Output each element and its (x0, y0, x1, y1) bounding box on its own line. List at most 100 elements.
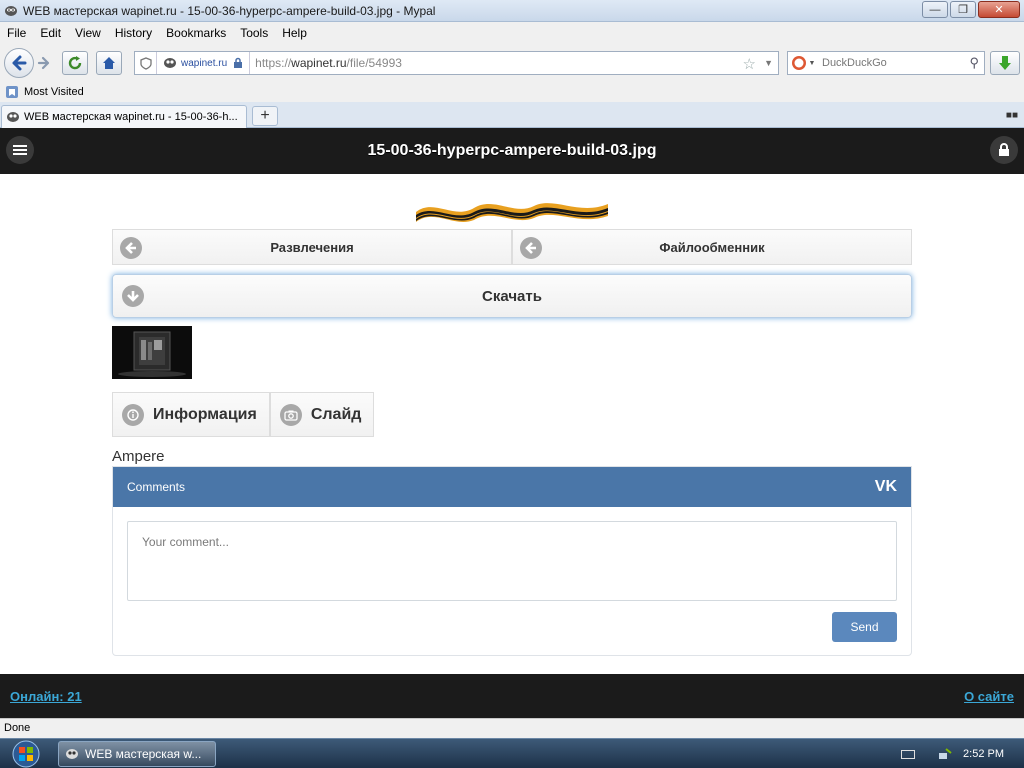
downloads-button[interactable] (990, 51, 1020, 75)
duckduckgo-icon (791, 56, 806, 70)
bookmark-star-icon[interactable]: ☆ (743, 55, 756, 73)
main-content: Развлечения Файлообменник Скачать Информ… (0, 174, 1024, 674)
bookmark-folder-icon (6, 86, 18, 98)
comments-header-label: Comments (127, 480, 186, 494)
bookmarks-toolbar: Most Visited (0, 82, 1024, 102)
file-description: Ampere (112, 448, 165, 465)
url-host: wapinet.ru (291, 56, 347, 70)
most-visited-label: Most Visited (24, 86, 84, 98)
tab-favicon-icon (7, 112, 19, 122)
hamburger-icon (13, 145, 27, 155)
slide-label: Слайд (310, 405, 362, 423)
send-label: Send (850, 620, 879, 634)
tracking-shield-icon[interactable] (135, 52, 157, 74)
tab-strip: WEB мастерская wapinet.ru - 15-00-36-h..… (0, 102, 1024, 128)
status-bar: Done (0, 718, 1024, 738)
online-count-link[interactable]: Онлайн: 21 (10, 689, 82, 704)
forward-button[interactable] (34, 51, 54, 75)
status-text: Done (4, 722, 31, 734)
navigation-toolbar: wapinet.ru https://wapinet.ru/file/54993… (0, 44, 1024, 82)
info-button[interactable]: Информация (112, 392, 270, 437)
menu-bookmarks[interactable]: Bookmarks (159, 26, 233, 40)
download-label: Скачать (482, 287, 542, 305)
keyboard-icon[interactable] (901, 749, 916, 759)
menu-toggle-button[interactable] (6, 136, 34, 164)
st-george-ribbon-image (416, 203, 608, 222)
nav-fileshare-button[interactable]: Файлообменник (512, 229, 912, 265)
search-icon[interactable]: ⚲ (969, 55, 979, 71)
minimize-button[interactable]: — (922, 1, 948, 18)
back-arrow-icon (12, 55, 27, 71)
mypal-app-icon (5, 5, 17, 16)
menu-edit[interactable]: Edit (33, 26, 68, 40)
maximize-button[interactable]: ❐ (950, 1, 976, 18)
url-path: /file/54993 (346, 56, 402, 70)
new-tab-button[interactable]: + (252, 106, 278, 126)
window-titlebar: WEB мастерская wapinet.ru - 15-00-36-hyp… (0, 0, 1024, 22)
most-visited-bookmark[interactable]: Most Visited (0, 85, 84, 99)
comment-input[interactable]: Your comment... (127, 521, 897, 601)
comments-header: Comments VK (113, 467, 911, 507)
info-icon (122, 403, 144, 426)
windows-taskbar: WEB мастерская w... 2:52 PM (0, 738, 1024, 768)
download-arrow-icon (999, 56, 1011, 70)
camera-icon (279, 403, 302, 426)
tray-clock[interactable]: 2:52 PM (963, 748, 1004, 760)
search-engine-button[interactable]: ▼ (788, 52, 818, 74)
site-footer: Онлайн: 21 О сайте (0, 674, 1024, 718)
url-dropdown-icon[interactable]: ▼ (764, 58, 773, 68)
back-button[interactable] (4, 48, 34, 78)
url-scheme: https:// (255, 56, 292, 70)
file-actions: Информация Слайд (112, 392, 375, 437)
section-nav: Развлечения Файлообменник (112, 229, 912, 265)
menu-file[interactable]: File (0, 26, 33, 40)
file-thumbnail-image[interactable] (112, 326, 192, 379)
tab-list-icon[interactable]: ■■ (1006, 110, 1018, 121)
url-text: https://wapinet.ru/file/54993 (255, 56, 402, 70)
close-window-button[interactable]: ✕ (978, 1, 1020, 18)
search-placeholder: DuckDuckGo (822, 57, 887, 69)
system-tray: 2:52 PM (901, 739, 1024, 768)
reload-icon (68, 56, 82, 70)
page-title: 15-00-36-hyperpc-ampere-build-03.jpg (367, 142, 657, 159)
download-button[interactable]: Скачать (112, 274, 912, 318)
network-icon[interactable] (937, 747, 953, 761)
arrow-left-icon (120, 237, 142, 259)
home-button[interactable] (96, 51, 122, 75)
menu-history[interactable]: History (108, 26, 159, 40)
reload-button[interactable] (62, 51, 88, 75)
nav-entertainment-label: Развлечения (270, 239, 354, 255)
address-bar[interactable]: wapinet.ru https://wapinet.ru/file/54993… (134, 51, 779, 75)
site-identity-label: wapinet.ru (181, 57, 228, 69)
vk-comments-widget: Comments VK Your comment... Send (112, 466, 912, 656)
slide-button[interactable]: Слайд (269, 392, 375, 437)
login-button[interactable] (990, 136, 1018, 164)
arrow-down-icon (122, 285, 144, 307)
vk-logo-icon[interactable]: VK (875, 478, 897, 496)
lock-icon (999, 143, 1009, 156)
forward-arrow-icon (37, 56, 50, 70)
tab-label: WEB мастерская wapinet.ru - 15-00-36-h..… (24, 111, 238, 123)
menu-bar: File Edit View History Bookmarks Tools H… (0, 22, 1024, 44)
menu-view[interactable]: View (68, 26, 108, 40)
lock-icon (234, 57, 243, 68)
about-site-link[interactable]: О сайте (964, 689, 1014, 704)
site-identity-button[interactable]: wapinet.ru (157, 52, 251, 74)
arrow-left-icon (520, 237, 542, 259)
tab-current[interactable]: WEB мастерская wapinet.ru - 15-00-36-h..… (1, 105, 247, 128)
comment-placeholder: Your comment... (142, 535, 229, 549)
mypal-task-icon (66, 749, 78, 759)
send-comment-button[interactable]: Send (832, 612, 897, 642)
search-bar[interactable]: ▼ DuckDuckGo ⚲ (787, 51, 985, 75)
site-favicon-icon (164, 58, 176, 68)
start-button[interactable] (4, 740, 48, 768)
home-icon (103, 57, 115, 69)
nav-entertainment-button[interactable]: Развлечения (112, 229, 512, 265)
site-header: 15-00-36-hyperpc-ampere-build-03.jpg (0, 128, 1024, 174)
menu-tools[interactable]: Tools (233, 26, 275, 40)
taskbar-browser-task[interactable]: WEB мастерская w... (58, 741, 216, 767)
nav-fileshare-label: Файлообменник (659, 239, 765, 255)
info-label: Информация (153, 405, 257, 423)
menu-help[interactable]: Help (275, 26, 314, 40)
taskbar-task-label: WEB мастерская w... (85, 747, 202, 761)
